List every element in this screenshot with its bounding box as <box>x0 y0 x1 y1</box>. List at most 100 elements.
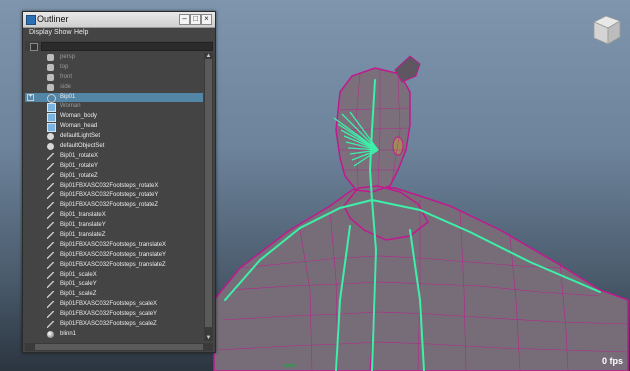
outliner-item[interactable]: Bip01_scaleY <box>25 280 203 290</box>
outliner-item-label: Bip01FBXASC032Footsteps_translateZ <box>60 261 166 268</box>
camera-icon <box>47 54 54 61</box>
outliner-item-label: Bip01FBXASC032Footsteps_translateY <box>60 251 167 258</box>
outliner-item-label: top <box>60 63 69 70</box>
outliner-item[interactable]: Bip01FBXASC032Footsteps_scaleY <box>25 310 203 320</box>
outliner-item-label: Woman <box>60 103 81 110</box>
outliner-item[interactable]: Bip01_translateY <box>25 221 203 231</box>
outliner-item[interactable]: Bip01_rotateY <box>25 162 203 172</box>
outliner-item-label: Bip01_scaleZ <box>60 291 97 298</box>
outliner-item-label: Bip01FBXASC032Footsteps_scaleX <box>60 301 158 308</box>
outliner-item[interactable]: Bip01FBXASC032Footsteps_rotateY <box>25 191 203 201</box>
outliner-item-label: Bip01_translateX <box>60 212 106 219</box>
outliner-app-icon <box>26 15 36 25</box>
outliner-item[interactable]: defaultLightSet <box>25 132 203 142</box>
outliner-item[interactable]: Bip01_translateX <box>25 211 203 221</box>
anim-curve-icon <box>47 291 54 299</box>
outliner-item-label: Woman_body <box>60 113 97 120</box>
outliner-item[interactable]: Bip01FBXASC032Footsteps_translateZ <box>25 261 203 271</box>
filter-field[interactable] <box>41 42 213 51</box>
menu-show[interactable]: Show <box>54 29 72 36</box>
outliner-menubar: Display Show Help <box>23 28 215 40</box>
outliner-item[interactable]: front <box>25 73 203 83</box>
outliner-item[interactable]: Bip01_translateZ <box>25 231 203 241</box>
anim-curve-icon <box>47 271 54 279</box>
scrollbar-thumb[interactable] <box>205 59 212 327</box>
anim-curve-icon <box>47 182 54 190</box>
anim-curve-icon <box>47 321 54 329</box>
outliner-item-label: Bip01_scaleX <box>60 271 97 278</box>
anim-curve-icon <box>47 261 54 269</box>
outliner-item-label: persp <box>60 54 76 60</box>
outliner-item[interactable]: Bip01FBXASC032Footsteps_scaleX <box>25 300 203 310</box>
anim-curve-icon <box>47 232 54 240</box>
outliner-titlebar[interactable]: Outliner – □ × <box>23 12 215 28</box>
timeline-marker <box>283 364 295 367</box>
outliner-window[interactable]: Outliner – □ × Display Show Help persp to… <box>22 11 216 353</box>
outliner-item-label: side <box>60 83 72 90</box>
anim-curve-icon <box>47 281 54 289</box>
minimize-icon[interactable]: – <box>179 14 190 25</box>
menu-display[interactable]: Display <box>29 29 52 36</box>
anim-curve-icon <box>47 222 54 230</box>
hscrollbar-thumb[interactable] <box>35 344 203 350</box>
set-icon <box>47 133 54 141</box>
outliner-item-label: Bip01_rotateX <box>60 152 99 159</box>
outliner-item[interactable]: + Bip01 <box>25 92 203 103</box>
anim-curve-icon <box>47 241 54 249</box>
outliner-item-label: Bip01FBXASC032Footsteps_scaleZ <box>60 321 157 328</box>
horizontal-scrollbar[interactable] <box>25 343 213 351</box>
anim-curve-icon <box>47 251 54 259</box>
close-icon[interactable]: × <box>201 14 212 25</box>
outliner-list[interactable]: persp top front side + Bip01 Woman Woman_body Wo… <box>25 53 203 341</box>
outliner-item-label: Bip01FBXASC032Footsteps_rotateY <box>60 192 159 199</box>
outliner-item[interactable]: top <box>25 63 203 73</box>
outliner-item[interactable]: Bip01FBXASC032Footsteps_translateX <box>25 241 203 251</box>
set-icon <box>47 143 54 151</box>
mesh-icon <box>47 123 56 133</box>
outliner-item[interactable]: Bip01_rotateZ <box>25 172 203 182</box>
outliner-item-label: Bip01FBXASC032Footsteps_scaleY <box>60 311 158 318</box>
filter-toggle[interactable] <box>30 43 38 51</box>
outliner-item[interactable]: Bip01_scaleZ <box>25 290 203 300</box>
outliner-item[interactable]: Bip01FBXASC032Footsteps_scaleZ <box>25 320 203 330</box>
outliner-item-label: front <box>60 73 73 80</box>
outliner-item-label: Bip01FBXASC032Footsteps_rotateZ <box>60 202 159 209</box>
outliner-item-label: Bip01_rotateZ <box>60 172 98 179</box>
view-cube-icon[interactable] <box>588 12 624 48</box>
shader-icon <box>47 330 54 338</box>
outliner-item[interactable]: Bip01FBXASC032Footsteps_translateY <box>25 251 203 261</box>
outliner-item-label: Bip01FBXASC032Footsteps_translateX <box>60 241 167 248</box>
maximize-icon[interactable]: □ <box>190 14 201 25</box>
fps-readout: 0 fps <box>601 356 623 366</box>
anim-curve-icon <box>47 162 54 170</box>
camera-icon <box>47 73 54 81</box>
anim-curve-icon <box>47 212 54 220</box>
outliner-item-label: Bip01_rotateY <box>60 162 99 169</box>
window-title: Outliner <box>37 14 69 24</box>
filter-row <box>25 41 213 51</box>
outliner-item[interactable]: Bip01_rotateX <box>25 152 203 162</box>
anim-curve-icon <box>47 202 54 210</box>
outliner-item[interactable]: Bip01FBXASC032Footsteps_rotateZ <box>25 201 203 211</box>
outliner-item-label: Woman_head <box>60 123 98 130</box>
expand-icon[interactable]: + <box>27 93 34 101</box>
outliner-item[interactable]: Bip01FBXASC032Footsteps_rotateX <box>25 182 203 192</box>
menu-help[interactable]: Help <box>74 29 88 36</box>
outliner-item-label: Bip01_scaleY <box>60 281 97 288</box>
mesh-icon <box>47 103 56 113</box>
outliner-item[interactable]: Woman_body <box>25 112 203 123</box>
outliner-item[interactable]: defaultObjectSet <box>25 142 203 152</box>
anim-curve-icon <box>47 192 54 200</box>
outliner-item-label: Bip01 <box>60 93 76 100</box>
outliner-item[interactable]: blinn1 <box>25 330 203 340</box>
outliner-item-label: blinn1 <box>60 330 77 337</box>
outliner-item[interactable]: side <box>25 83 203 93</box>
outliner-item[interactable]: Woman <box>25 102 203 113</box>
vertical-scrollbar[interactable]: ▲ ▼ <box>204 53 213 341</box>
outliner-item[interactable]: Woman_head <box>25 122 203 133</box>
outliner-item-label: Bip01_translateZ <box>60 232 106 239</box>
outliner-item-label: defaultObjectSet <box>60 143 105 150</box>
outliner-item[interactable]: Bip01_scaleX <box>25 271 203 281</box>
outliner-item[interactable]: persp <box>25 53 203 63</box>
scroll-down-icon[interactable]: ▼ <box>205 335 212 341</box>
